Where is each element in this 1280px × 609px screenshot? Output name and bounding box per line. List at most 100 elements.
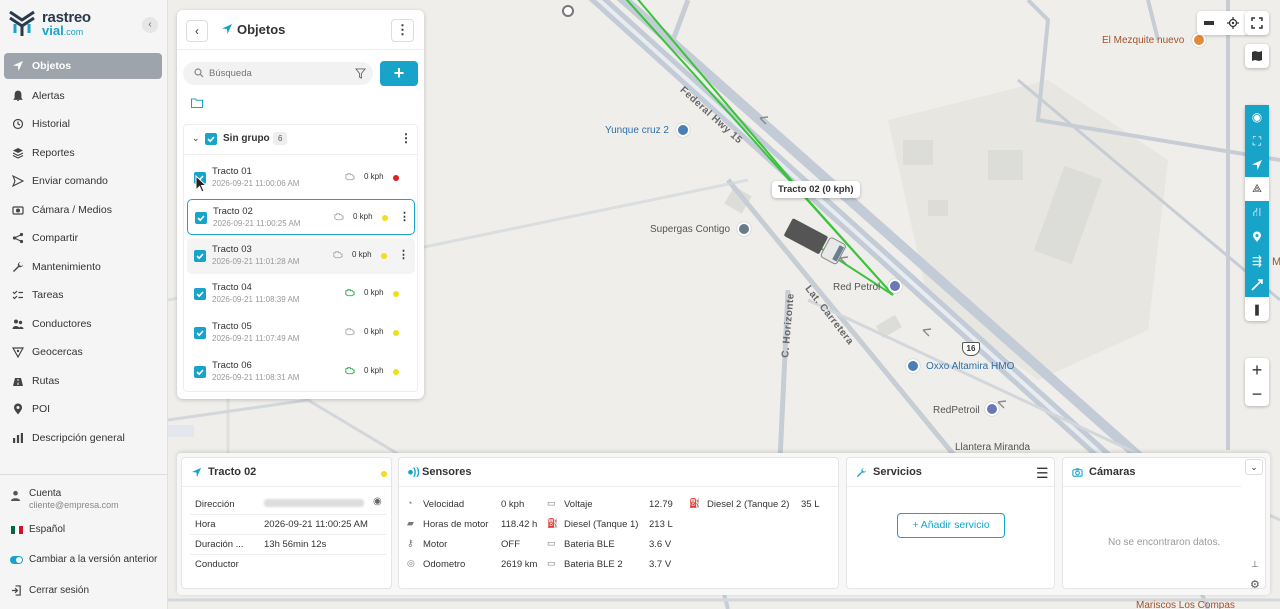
traffic-layer-button[interactable]: ⇶: [1245, 249, 1269, 273]
routes-layer-button[interactable]: ⛙: [1245, 201, 1269, 225]
chevron-down-icon[interactable]: ⌄: [192, 133, 200, 144]
zoom-extent-button[interactable]: ⛶: [1245, 129, 1269, 153]
pin-panel-icon[interactable]: ⊥: [1251, 559, 1259, 570]
add-object-button[interactable]: +: [380, 61, 418, 86]
brand-logo[interactable]: rastreo vial.com: [8, 9, 148, 39]
object-name: Tracto 02: [213, 205, 253, 217]
fullscreen-button[interactable]: [1245, 11, 1269, 35]
sidebar-item-historial[interactable]: Historial: [4, 110, 162, 139]
object-checkbox[interactable]: [195, 211, 207, 224]
eye-icon[interactable]: ◉: [373, 496, 382, 507]
add-service-button[interactable]: + Añadir servicio: [897, 513, 1005, 538]
ruler-button[interactable]: [1197, 11, 1221, 35]
sidebar-item-mantenimiento[interactable]: Mantenimiento: [4, 253, 162, 282]
gas-station-pin-icon-3[interactable]: [985, 402, 999, 416]
route-icon: [12, 375, 24, 387]
street-view-button[interactable]: ❚: [1245, 297, 1269, 321]
object-info-key: Hora: [195, 519, 216, 530]
group-header[interactable]: ⌄ Sin grupo 6 ⋮: [184, 125, 417, 155]
objects-panel-menu-button[interactable]: ⋮: [391, 19, 414, 42]
logout-item[interactable]: Cerrar sesión: [10, 585, 165, 596]
object-row[interactable]: Tracto 01 2026-09-21 11:00:06 AM 0 kph: [187, 160, 415, 196]
card-divider: [847, 486, 1054, 487]
sidebar: rastreo vial.com ‹ Objetos Alertas Histori…: [0, 0, 168, 609]
locate-button[interactable]: [1221, 11, 1245, 35]
sidebar-divider: [0, 474, 168, 475]
map-top-tools: [1197, 11, 1249, 35]
account-item[interactable]: Cuenta cliente@empresa.com: [10, 488, 160, 510]
object-checkbox[interactable]: [194, 327, 206, 340]
group-menu-button[interactable]: ⋮: [400, 131, 412, 145]
wrench-icon: [856, 467, 867, 478]
object-row[interactable]: Tracto 03 2026-09-21 11:01:28 AM 0 kph ⋮: [187, 237, 415, 274]
sidebar-item-conductores[interactable]: Conductores: [4, 310, 162, 339]
engine-hours-icon: ▰: [407, 518, 414, 528]
map-type-button[interactable]: [1245, 44, 1269, 68]
gas-station-pin-icon[interactable]: [676, 123, 690, 137]
object-timestamp: 2026-09-21 11:00:25 AM: [213, 218, 301, 228]
poi-layer-button[interactable]: [1245, 225, 1269, 249]
collapse-sidebar-button[interactable]: ‹: [142, 17, 158, 33]
object-info-value: 2026-09-21 11:00:25 AM: [264, 519, 368, 530]
drivers-icon: [12, 318, 24, 330]
object-name: Tracto 06: [212, 360, 252, 371]
sidebar-nav: Objetos Alertas Historial Reportes Enviar co…: [4, 53, 162, 452]
sidebar-item-cámara-medios[interactable]: Cámara / Medios: [4, 196, 162, 225]
previous-version-toggle[interactable]: Cambiar a la versión anterior: [10, 554, 165, 565]
key-icon: ⚷: [407, 538, 414, 548]
collapse-panel-button[interactable]: ⌄: [1245, 459, 1263, 475]
engine-icon: [333, 250, 343, 258]
history-icon: [12, 118, 24, 130]
sidebar-item-alertas[interactable]: Alertas: [4, 82, 162, 111]
object-row[interactable]: Tracto 02 2026-09-21 11:00:25 AM 0 kph ⋮: [187, 198, 415, 235]
sensor-value: 3.7 V: [649, 559, 672, 570]
camera-icon: [12, 204, 24, 216]
sidebar-item-geocercas[interactable]: Geocercas: [4, 338, 162, 367]
sidebar-item-poi[interactable]: POI: [4, 395, 162, 424]
zoom-out-button[interactable]: −: [1245, 382, 1269, 406]
bar-chart-icon: [12, 432, 24, 444]
object-row-menu-button[interactable]: ⋮: [399, 210, 410, 223]
group-checkbox[interactable]: [205, 133, 217, 145]
sensor-value: 213 L: [649, 519, 673, 530]
folder-icon[interactable]: [191, 98, 203, 108]
object-checkbox[interactable]: [194, 288, 206, 301]
user-icon: [10, 490, 21, 501]
toggle-icon: [10, 555, 23, 564]
history-layer-button[interactable]: [1245, 273, 1269, 297]
sidebar-item-compartir[interactable]: Compartir: [4, 224, 162, 253]
back-button[interactable]: ‹: [186, 20, 208, 42]
search-icon: [194, 68, 204, 78]
sidebar-item-tareas[interactable]: Tareas: [4, 281, 162, 310]
object-card: Tracto 02 Dirección Hora 2026-09-21 11:00:…: [181, 457, 392, 589]
map-label-supergas: Supergas Contigo: [650, 224, 731, 235]
zoom-in-button[interactable]: +: [1245, 358, 1269, 382]
object-checkbox[interactable]: [194, 366, 206, 378]
sidebar-item-rutas[interactable]: Rutas: [4, 367, 162, 396]
gas-station-pin-icon-2[interactable]: [888, 279, 902, 293]
satellite-layer-button[interactable]: ◉: [1245, 105, 1269, 129]
sidebar-item-enviar-comando[interactable]: Enviar comando: [4, 167, 162, 196]
hamburger-icon: ☰: [1036, 465, 1049, 481]
sidebar-item-descripción-general[interactable]: Descripción general: [4, 424, 162, 453]
objects-layer-button[interactable]: [1245, 153, 1269, 177]
filter-icon[interactable]: [355, 68, 366, 79]
business-pin-icon[interactable]: [737, 222, 751, 236]
search-input[interactable]: [209, 62, 349, 85]
map-label-llantera: Llantera Miranda: [955, 442, 1031, 453]
settings-gear-icon[interactable]: ⚙: [1250, 578, 1260, 591]
store-pin-icon[interactable]: [906, 359, 920, 373]
services-menu-button[interactable]: ☰: [1036, 465, 1049, 482]
language-selector[interactable]: Español: [10, 524, 165, 535]
restaurant-pin-icon[interactable]: [1192, 33, 1206, 47]
object-row[interactable]: Tracto 05 2026-09-21 11:07:49 AM 0 kph: [187, 315, 415, 351]
object-row-menu-button[interactable]: ⋮: [398, 248, 409, 261]
object-row[interactable]: Tracto 06 2026-09-21 11:08:31 AM 0 kph: [187, 354, 415, 390]
geofence-layer-button[interactable]: ⟁: [1245, 177, 1269, 201]
navigation-arrow-icon: [1252, 160, 1262, 170]
sidebar-item-reportes[interactable]: Reportes: [4, 139, 162, 168]
object-checkbox[interactable]: [194, 249, 206, 262]
sidebar-item-objetos[interactable]: Objetos: [4, 53, 162, 79]
object-row[interactable]: Tracto 04 2026-09-21 11:08:39 AM 0 kph: [187, 276, 415, 312]
object-speed: 0 kph: [364, 172, 384, 181]
